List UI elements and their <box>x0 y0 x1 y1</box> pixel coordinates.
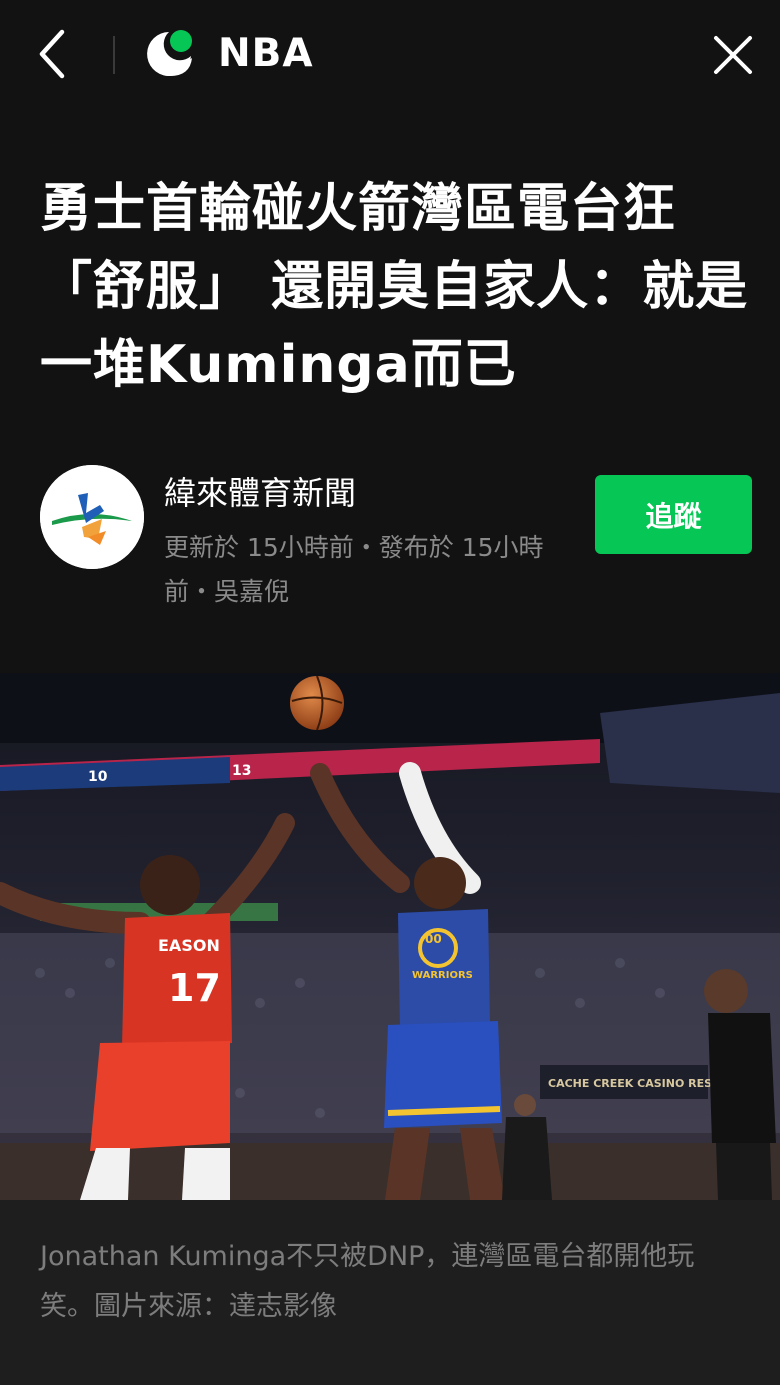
chevron-left-icon <box>39 29 65 79</box>
jersey-number-red: 17 <box>168 966 221 1010</box>
line-today-logo-icon <box>142 28 196 80</box>
header-divider <box>113 36 115 74</box>
score-left: 10 <box>88 769 108 785</box>
back-button[interactable] <box>30 26 78 82</box>
jersey-team-blue: WARRIORS <box>412 970 473 981</box>
close-icon <box>714 36 752 74</box>
top-bar: NBA <box>0 0 780 110</box>
article-photo: 10 13 CACHE CREEK CASINO RESORT EASON 17 <box>0 673 780 1200</box>
basketball-game-photo: 10 13 CACHE CREEK CASINO RESORT EASON 17 <box>0 673 780 1200</box>
photo-caption: Jonathan Kuminga不只被DNP，連灣區電台都開他玩笑。圖片來源：達… <box>0 1200 780 1385</box>
score-right: 13 <box>232 763 251 779</box>
follow-button[interactable]: 追蹤 <box>595 475 752 554</box>
section-title[interactable]: NBA <box>218 28 314 80</box>
jersey-number-blue: 00 <box>425 932 442 946</box>
publisher-avatar[interactable] <box>40 465 144 569</box>
close-button[interactable] <box>708 28 758 82</box>
jersey-name: EASON <box>158 936 220 955</box>
caption-text: Jonathan Kuminga不只被DNP，連灣區電台都開他玩笑。圖片來源：達… <box>40 1241 695 1322</box>
publisher-name[interactable]: 緯來體育新聞 <box>164 470 356 516</box>
casino-banner: CACHE CREEK CASINO RESORT <box>548 1077 737 1090</box>
article-headline: 勇士首輪碰火箭灣區電台狂「舒服」 還開臭自家人：就是一堆Kuminga而已 <box>40 179 749 395</box>
publisher-logo-icon <box>40 465 144 569</box>
article-meta: 更新於 15小時前・發布於 15小時前・吳嘉倪 <box>164 533 544 606</box>
